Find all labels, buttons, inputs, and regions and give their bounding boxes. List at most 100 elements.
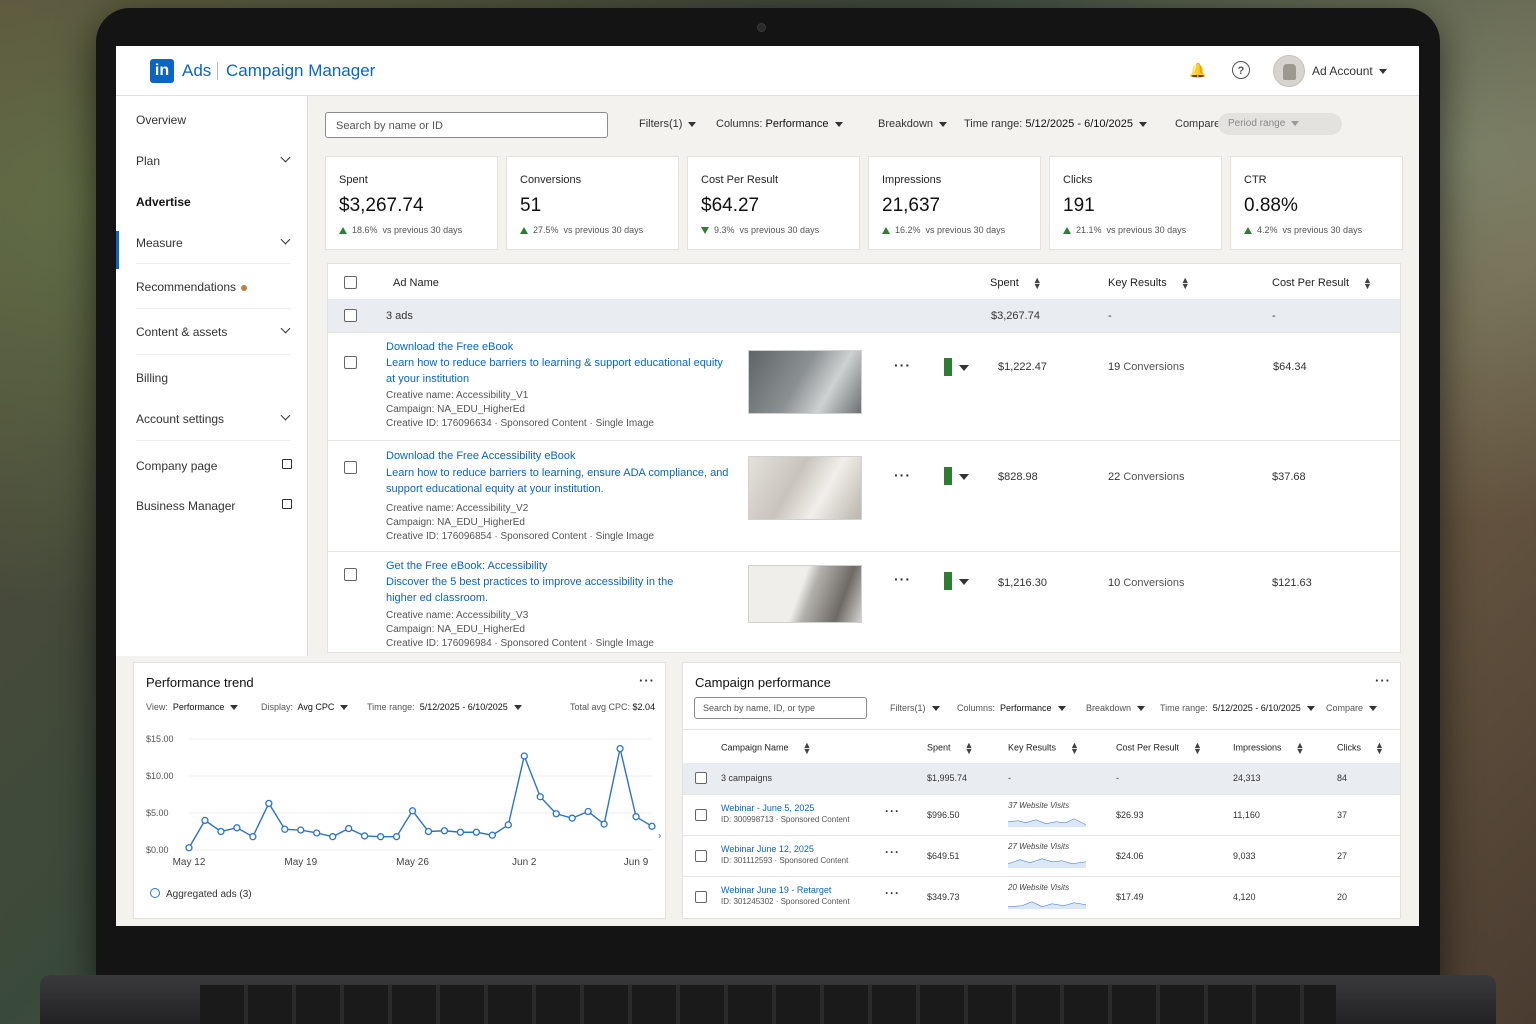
- chevron-down-icon[interactable]: [280, 323, 291, 334]
- trend-time-range-dropdown[interactable]: Time range: 5/12/2025 - 6/10/2025: [367, 702, 522, 712]
- display-dropdown[interactable]: Display: Avg CPC: [261, 702, 349, 712]
- campaign-search-input[interactable]: Search by name, ID, or type: [694, 697, 867, 719]
- sort-icon[interactable]: ▲ ▼: [1363, 276, 1372, 291]
- more-options-icon[interactable]: ···: [894, 571, 911, 587]
- metric-card-cost-per-result[interactable]: Cost Per Result $64.27 9.3% vs previous …: [687, 156, 860, 250]
- avatar[interactable]: [1273, 55, 1305, 87]
- status-toggle[interactable]: [944, 572, 952, 590]
- column-header-spent[interactable]: Spent ▲ ▼: [927, 741, 974, 756]
- sort-icon[interactable]: ▲ ▼: [965, 741, 974, 756]
- chevron-down-icon[interactable]: [959, 365, 969, 371]
- chevron-down-icon[interactable]: [959, 474, 969, 480]
- filters-dropdown[interactable]: Filters(1): [639, 118, 697, 130]
- sort-icon[interactable]: ▲ ▼: [1070, 741, 1079, 756]
- column-header-cost-per-result[interactable]: Cost Per Result ▲ ▼: [1272, 276, 1372, 291]
- search-input[interactable]: Search by name or ID: [325, 112, 608, 138]
- columns-dropdown[interactable]: Columns: Performance: [716, 118, 843, 130]
- sidebar-item-account-settings[interactable]: Account settings: [136, 412, 224, 426]
- ad-headline-link[interactable]: Get the Free eBook: Accessibility: [386, 558, 726, 574]
- sidebar-item-content-assets[interactable]: Content & assets: [136, 325, 227, 339]
- column-header-ad-name[interactable]: Ad Name: [393, 277, 439, 289]
- ad-thumbnail[interactable]: [748, 565, 862, 623]
- campaign-filters-dropdown[interactable]: Filters(1): [890, 703, 940, 713]
- help-icon[interactable]: ?: [1232, 61, 1250, 79]
- sidebar-item-business-manager[interactable]: Business Manager: [136, 499, 235, 513]
- select-all-checkbox[interactable]: [344, 276, 357, 289]
- ad-body-link[interactable]: Learn how to reduce barriers to learning…: [386, 355, 726, 387]
- status-toggle[interactable]: [944, 467, 952, 485]
- chart-legend[interactable]: Aggregated ads (3): [150, 888, 252, 900]
- column-header-key-results[interactable]: Key Results ▲ ▼: [1108, 276, 1190, 291]
- column-header-spent[interactable]: Spent ▲ ▼: [990, 276, 1042, 291]
- ad-thumbnail[interactable]: [748, 456, 862, 520]
- metric-card-spent[interactable]: Spent $3,267.74 18.6% vs previous 30 day…: [325, 156, 498, 250]
- row-checkbox[interactable]: [344, 309, 357, 322]
- row-checkbox[interactable]: [695, 809, 707, 821]
- sidebar-item-advertise[interactable]: Advertise: [136, 195, 191, 209]
- metric-card-clicks[interactable]: Clicks 191 21.1% vs previous 30 days: [1049, 156, 1222, 250]
- campaign-breakdown-dropdown[interactable]: Breakdown: [1086, 703, 1146, 713]
- campaign-name-link[interactable]: Webinar June 19 - Retarget: [721, 885, 831, 895]
- sidebar-item-overview[interactable]: Overview: [136, 113, 186, 127]
- row-checkbox[interactable]: [344, 568, 357, 581]
- row-checkbox[interactable]: [695, 772, 707, 784]
- sort-icon[interactable]: ▲ ▼: [1193, 741, 1202, 756]
- row-checkbox[interactable]: [695, 891, 707, 903]
- sidebar-item-company-page[interactable]: Company page: [136, 459, 217, 473]
- external-link-icon[interactable]: [282, 459, 292, 469]
- breakdown-dropdown[interactable]: Breakdown: [878, 118, 948, 130]
- period-range-dropdown[interactable]: Period range: [1218, 113, 1342, 135]
- more-options-icon[interactable]: ···: [885, 886, 900, 900]
- more-options-icon[interactable]: ···: [885, 804, 900, 818]
- ad-headline-link[interactable]: Download the Free eBook: [386, 339, 726, 355]
- sort-icon[interactable]: ▲ ▼: [803, 741, 812, 756]
- more-options-icon[interactable]: ···: [885, 845, 900, 859]
- row-checkbox[interactable]: [695, 850, 707, 862]
- metric-card-ctr[interactable]: CTR 0.88% 4.2% vs previous 30 days: [1230, 156, 1403, 250]
- metric-card-conversions[interactable]: Conversions 51 27.5% vs previous 30 days: [506, 156, 679, 250]
- campaign-name-link[interactable]: Webinar June 12, 2025: [721, 844, 814, 854]
- ad-thumbnail[interactable]: [748, 350, 862, 414]
- sort-icon[interactable]: ▲ ▼: [1296, 741, 1305, 756]
- time-range-dropdown[interactable]: Time range: 5/12/2025 - 6/10/2025: [964, 118, 1148, 130]
- column-header-campaign-name[interactable]: Campaign Name ▲ ▼: [721, 741, 812, 756]
- status-toggle[interactable]: [944, 358, 952, 376]
- campaign-name-link[interactable]: Webinar - June 5, 2025: [721, 803, 814, 813]
- linkedin-logo-icon[interactable]: in: [150, 59, 174, 83]
- bell-icon[interactable]: 🔔: [1189, 61, 1207, 79]
- sidebar-item-measure[interactable]: Measure: [136, 236, 183, 250]
- chevron-down-icon[interactable]: [959, 579, 969, 585]
- chevron-down-icon[interactable]: [280, 410, 291, 421]
- column-header-cost-per-result[interactable]: Cost Per Result ▲ ▼: [1116, 741, 1202, 756]
- view-dropdown[interactable]: View: Performance: [146, 702, 239, 712]
- column-header-clicks[interactable]: Clicks ▲ ▼: [1337, 741, 1384, 756]
- more-options-icon[interactable]: ···: [894, 467, 911, 483]
- trend-line-chart[interactable]: $15.00 $10.00 $5.00 $0.00 May 12 May 19 May 26…: [134, 729, 664, 879]
- more-options-icon[interactable]: ···: [639, 673, 655, 688]
- app-title[interactable]: Campaign Manager: [226, 61, 375, 81]
- campaign-columns-dropdown[interactable]: Columns: Performance: [957, 703, 1066, 713]
- sidebar-item-billing[interactable]: Billing: [136, 371, 168, 385]
- brand-label[interactable]: Ads: [182, 61, 211, 81]
- column-header-impressions[interactable]: Impressions ▲ ▼: [1233, 741, 1305, 756]
- ad-headline-link[interactable]: Download the Free Accessibility eBook: [386, 448, 726, 464]
- sidebar-item-recommendations[interactable]: Recommendations: [136, 280, 248, 294]
- campaign-time-range-dropdown[interactable]: Time range: 5/12/2025 - 6/10/2025: [1160, 703, 1315, 713]
- sort-icon[interactable]: ▲ ▼: [1181, 276, 1190, 291]
- sort-icon[interactable]: ▲ ▼: [1033, 276, 1042, 291]
- chevron-down-icon[interactable]: [280, 234, 291, 245]
- more-options-icon[interactable]: ···: [894, 357, 911, 373]
- column-header-key-results[interactable]: Key Results ▲ ▼: [1008, 741, 1079, 756]
- row-checkbox[interactable]: [344, 461, 357, 474]
- sidebar-item-plan[interactable]: Plan: [136, 154, 160, 168]
- ad-body-link[interactable]: Learn how to reduce barriers to learning…: [386, 465, 731, 497]
- chevron-down-icon[interactable]: [280, 152, 291, 163]
- account-menu[interactable]: Ad Account: [1312, 64, 1387, 78]
- campaign-compare-dropdown[interactable]: Compare: [1326, 703, 1378, 713]
- row-checkbox[interactable]: [344, 356, 357, 369]
- ad-body-link[interactable]: Discover the 5 best practices to improve…: [386, 574, 686, 606]
- more-options-icon[interactable]: ···: [1375, 673, 1391, 688]
- external-link-icon[interactable]: [282, 499, 292, 509]
- sort-icon[interactable]: ▲ ▼: [1375, 741, 1384, 756]
- metric-card-impressions[interactable]: Impressions 21,637 16.2% vs previous 30 …: [868, 156, 1041, 250]
